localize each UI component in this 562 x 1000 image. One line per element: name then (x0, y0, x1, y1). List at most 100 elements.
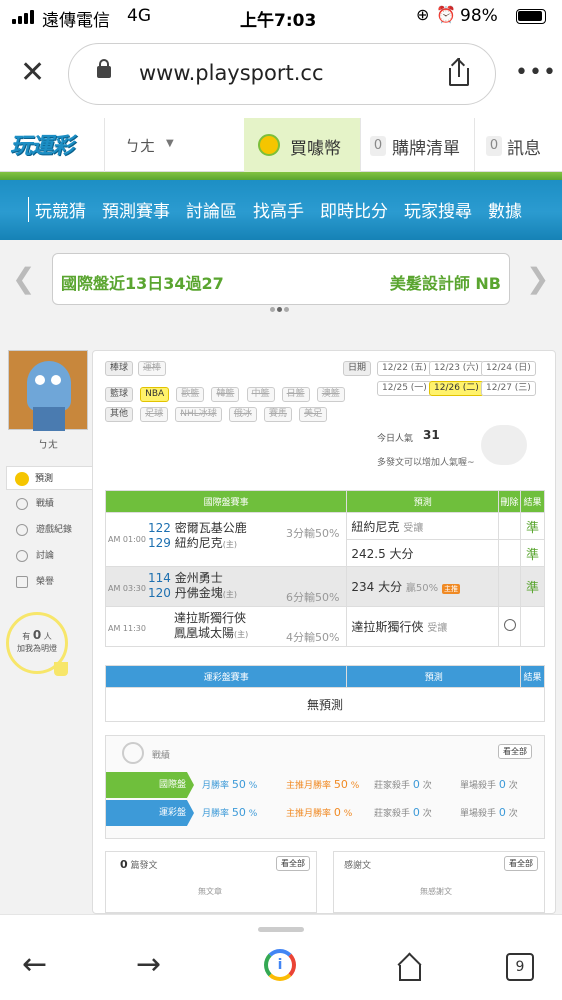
side-item-honor[interactable]: 榮譽 (6, 570, 92, 594)
browser-toolbar: ✕ www.playsport.cc ••• (0, 34, 562, 118)
filter-tag-au-basketball[interactable]: 澳籃 (316, 387, 345, 402)
date-tag[interactable]: 12/23 (六) (429, 361, 484, 376)
orientation-lock-icon: ⊕ (416, 5, 430, 24)
forward-arrow-icon[interactable]: → (136, 947, 161, 982)
mascot-watermark (481, 425, 527, 465)
table-row: AM 03:30 114 金州勇士 120 丹佛金塊(主) 6分輸50% 234… (104, 566, 545, 607)
message-count: 0 (486, 136, 502, 156)
content-panel: 棒球 運棒 籃球 NBA 歐籃 韓籃 中籃 日籃 澳籃 其他 足球 NHL冰球 … (92, 350, 556, 914)
pick-cell: 234 大分 贏50% 主推 (346, 566, 500, 607)
record-icon (122, 742, 144, 764)
purchase-list-link[interactable]: 購牌清單 (392, 134, 460, 159)
filter-tag-soccer[interactable]: 足球 (140, 407, 169, 422)
pick-cell: 紐約尼克 受讓 (346, 512, 500, 540)
nav-item-live-score[interactable]: 即時比分 (312, 197, 396, 222)
record-title: 戰績 (152, 751, 171, 761)
popularity-note: 多發文可以增加人氣喔~ (377, 458, 475, 468)
filter-tag-cn-basketball[interactable]: 中籃 (246, 387, 275, 402)
site-header: 玩運彩 ㄅㄤ ▼ 買噱幣 0 購牌清單 0 訊息 (0, 118, 562, 172)
network-label: 4G (127, 6, 151, 26)
chevron-down-icon[interactable]: ▼ (166, 138, 174, 149)
filter-basketball: 籃球 NBA 歐籃 韓籃 中籃 日籃 澳籃 (105, 381, 347, 402)
purchase-count: 0 (370, 136, 386, 156)
side-item-discussion[interactable]: 討論 (6, 544, 92, 568)
filter-tag-eu-basketball[interactable]: 歐籃 (176, 387, 205, 402)
result-mark: 準 (520, 539, 545, 567)
nav-item-predict[interactable]: 預測賽事 (94, 197, 178, 222)
thanks-panel: 感謝文 看全部 無感謝文 (333, 851, 545, 913)
messages-link[interactable]: 訊息 (507, 134, 541, 159)
tabs-count-button[interactable]: 9 (506, 953, 534, 981)
filter-tag-jp-basketball[interactable]: 日籃 (281, 387, 310, 402)
user-menu[interactable]: ㄅㄤ (125, 135, 155, 156)
banner-right-text: 美髮設計師 NB (389, 274, 501, 293)
date-tag[interactable]: 12/25 (一) (377, 381, 432, 396)
delete-radio[interactable] (503, 619, 516, 631)
table-row: AM 11:30 達拉斯獨行俠 鳳凰城太陽(主) 4分輸50% 達拉斯獨行俠 受… (104, 606, 545, 647)
status-bar: 遠傳電信 4G 上午7:03 ⊕ ⏰ 98% (0, 0, 562, 34)
side-item-predict[interactable]: 預測 (6, 466, 100, 491)
date-tag-selected[interactable]: 12/26 (二) (429, 381, 484, 396)
close-icon[interactable]: ✕ (20, 58, 45, 88)
filter-tag-football[interactable]: 美足 (299, 407, 328, 422)
lightbulb-icon (54, 662, 68, 676)
filter-tag-baseball[interactable]: 運棒 (137, 361, 166, 376)
thanks-label: 感謝文 (344, 861, 372, 871)
banner-card[interactable]: 國際盤近13日34過27 美髮設計師 NB (52, 253, 510, 305)
nav-item-experts[interactable]: 找高手 (245, 197, 312, 222)
filter-tag-kr-basketball[interactable]: 韓籃 (211, 387, 240, 402)
record-row-intl: 國際盤 月勝率 50 % 主推月勝率 50 % 莊家殺手 0 次 單場殺手 0 … (106, 772, 546, 798)
date-label: 日期 (343, 361, 372, 376)
google-assistant-icon[interactable]: i (264, 949, 296, 981)
more-icon[interactable]: ••• (515, 60, 557, 85)
date-tag[interactable]: 12/24 (日) (481, 361, 536, 376)
record-view-all-button[interactable]: 看全部 (498, 744, 532, 759)
avatar[interactable] (8, 350, 88, 431)
buy-coins-button[interactable]: 買噱幣 (244, 118, 360, 172)
chevron-left-icon[interactable]: ❮ (12, 262, 35, 295)
popularity-value: 31 (423, 428, 440, 442)
featured-badge: 主推 (441, 584, 460, 594)
signal-icon (12, 9, 38, 24)
result-mark: 準 (520, 566, 545, 607)
thanks-empty: 無感謝文 (420, 887, 452, 896)
nav-item-guess[interactable]: 玩競猜 (28, 196, 94, 222)
main-content: ㄅㄤ 預測 戰績 遊戲紀錄 討論 榮譽 有 0 人 加我為明燈 棒球 運棒 籃球… (0, 332, 562, 914)
side-item-game-log[interactable]: 遊戲紀錄 (6, 518, 92, 542)
lottery-prediction-table: 運彩盤賽事 預測 結果 無預測 (104, 665, 545, 722)
date-tag[interactable]: 12/27 (三) (481, 381, 536, 396)
chevron-right-icon[interactable]: ❯ (526, 262, 549, 295)
share-icon[interactable] (447, 57, 471, 88)
home-icon[interactable] (397, 952, 423, 981)
sheet-handle[interactable] (258, 927, 304, 932)
pick-cell: 242.5 大分 (346, 539, 500, 567)
site-logo[interactable]: 玩運彩 (10, 128, 74, 160)
filter-tag-horse[interactable]: 賽馬 (263, 407, 292, 422)
posts-view-all-button[interactable]: 看全部 (276, 856, 310, 871)
nav-accent-strip (0, 172, 562, 180)
date-tag[interactable]: 12/22 (五) (377, 361, 432, 376)
nav-item-data[interactable]: 數據 (480, 197, 530, 222)
coin-icon (258, 134, 280, 156)
thanks-view-all-button[interactable]: 看全部 (504, 856, 538, 871)
address-bar[interactable]: www.playsport.cc (68, 43, 496, 105)
nav-item-player-search[interactable]: 玩家搜尋 (396, 197, 480, 222)
main-nav: 玩競猜 預測賽事 討論區 找高手 即時比分 玩家搜尋 數據 (0, 172, 562, 240)
record-row-lottery: 運彩盤 月勝率 50 % 主推月勝率 0 % 莊家殺手 0 次 單場殺手 0 次 (106, 800, 546, 826)
filter-tag-ru-hockey[interactable]: 俄冰 (228, 407, 257, 422)
side-item-record[interactable]: 戰績 (6, 492, 92, 516)
clock: 上午7:03 (240, 11, 317, 31)
result-mark: 準 (520, 512, 545, 540)
profile-name: ㄅㄤ (38, 440, 58, 451)
url-text: www.playsport.cc (139, 61, 324, 85)
filter-tag-nhl[interactable]: NHL冰球 (175, 407, 222, 422)
browser-bottom-bar: ← → i 9 (0, 914, 562, 1000)
filter-baseball: 棒球 運棒 (105, 361, 168, 376)
table-row: AM 01:00 122 密爾瓦基公鹿 129 紐約尼克(主) 3分輸50% 紐… (104, 512, 545, 567)
filter-tag-nba[interactable]: NBA (140, 387, 170, 402)
nav-item-forum[interactable]: 討論區 (178, 197, 245, 222)
carousel-dots[interactable] (270, 307, 292, 313)
back-arrow-icon[interactable]: ← (22, 947, 47, 982)
intl-prediction-table: 國際盤賽事 預測 刪除 結果 AM 01:00 122 密爾瓦基公鹿 129 紐… (104, 490, 545, 647)
banner-carousel: ❮ 國際盤近13日34過27 美髮設計師 NB ❯ (0, 240, 562, 332)
